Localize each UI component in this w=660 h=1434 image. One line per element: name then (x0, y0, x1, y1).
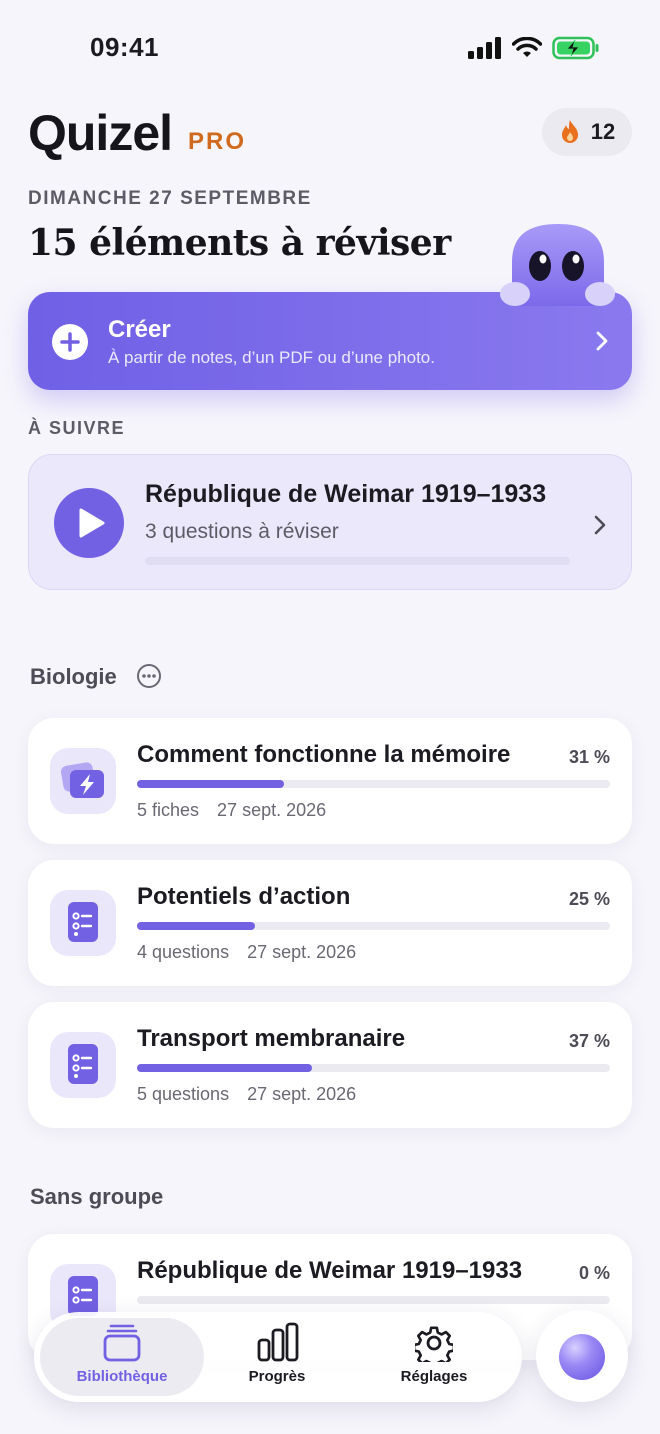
assistant-orb-icon (559, 1334, 605, 1380)
study-set-progress-fill (137, 780, 284, 788)
study-set-progress-fill (137, 922, 256, 930)
group-label-biologie: Biologie (30, 664, 117, 689)
study-set-meta: 5 questions 27 sept. 2026 (137, 1084, 356, 1105)
study-set-percent: 37 % (568, 1031, 610, 1051)
continue-title: République de Weimar 1919–1933 (145, 480, 547, 508)
group-label-sans-groupe: Sans groupe (30, 1184, 164, 1209)
follow-section-label: À SUIVRE (28, 418, 126, 438)
mascot-icon (500, 224, 615, 306)
study-set-date: 27 sept. 2026 (217, 800, 327, 820)
study-set-date: 27 sept. 2026 (247, 1084, 357, 1104)
wifi-icon (512, 37, 542, 57)
study-set-count: 5 fiches (137, 800, 200, 820)
review-count-title: 15 éléments à réviser (28, 222, 451, 264)
study-set-progress-track (137, 780, 610, 788)
study-set-count: 4 questions (137, 942, 230, 962)
study-set-progress-fill (137, 1064, 312, 1072)
date-label: DIMANCHE 27 SEPTEMBRE (28, 188, 312, 209)
battery-charging-icon (552, 36, 599, 60)
quiz-list-icon (50, 1032, 116, 1098)
bar-chart-icon (257, 1322, 299, 1362)
study-set-count: 5 questions (137, 1084, 230, 1104)
tab-settings-label: Réglages (400, 1368, 468, 1385)
study-set-title: République de Weimar 1919–1933 (137, 1257, 523, 1284)
study-set-progress-track (137, 1296, 610, 1304)
create-subtitle: À partir de notes, d’un PDF ou d’une pho… (108, 348, 435, 367)
library-icon (103, 1324, 141, 1362)
chevron-right-icon (594, 515, 606, 535)
study-set-date: 27 sept. 2026 (247, 942, 357, 962)
study-set-progress-track (137, 1064, 610, 1072)
gear-icon (415, 1326, 453, 1362)
study-set-meta: 5 fiches 27 sept. 2026 (137, 800, 326, 821)
streak-button[interactable]: 12 (542, 108, 632, 156)
study-set-title: Comment fonctionne la mémoire (137, 741, 511, 768)
chevron-right-icon (596, 331, 608, 351)
app-title: Quizel (28, 105, 173, 161)
plus-icon (52, 324, 88, 360)
tab-progress-label: Progrès (248, 1368, 306, 1385)
study-set-percent: 25 % (568, 889, 610, 909)
study-set-title: Transport membranaire (137, 1025, 406, 1052)
continue-progress-track (145, 557, 570, 565)
quiz-list-icon (50, 890, 116, 956)
study-set-percent: 0 % (578, 1263, 610, 1283)
signal-icon (468, 37, 501, 59)
study-set-meta: 4 questions 27 sept. 2026 (137, 942, 356, 963)
play-icon (79, 508, 105, 538)
status-icons (468, 36, 600, 60)
flame-icon (561, 120, 578, 143)
create-title: Créer (108, 316, 171, 343)
play-button[interactable] (54, 488, 124, 558)
study-set-progress-track (137, 922, 610, 930)
flashcards-icon (50, 748, 116, 814)
study-set-percent: 31 % (568, 747, 610, 767)
streak-count: 12 (590, 119, 616, 144)
more-options-icon[interactable] (137, 664, 161, 688)
continue-subtitle: 3 questions à réviser (145, 520, 339, 543)
pro-badge: PRO (188, 128, 247, 155)
tab-library-label: Bibliothèque (76, 1368, 168, 1385)
status-time: 09:41 (90, 32, 159, 62)
study-set-title: Potentiels d’action (137, 883, 351, 910)
